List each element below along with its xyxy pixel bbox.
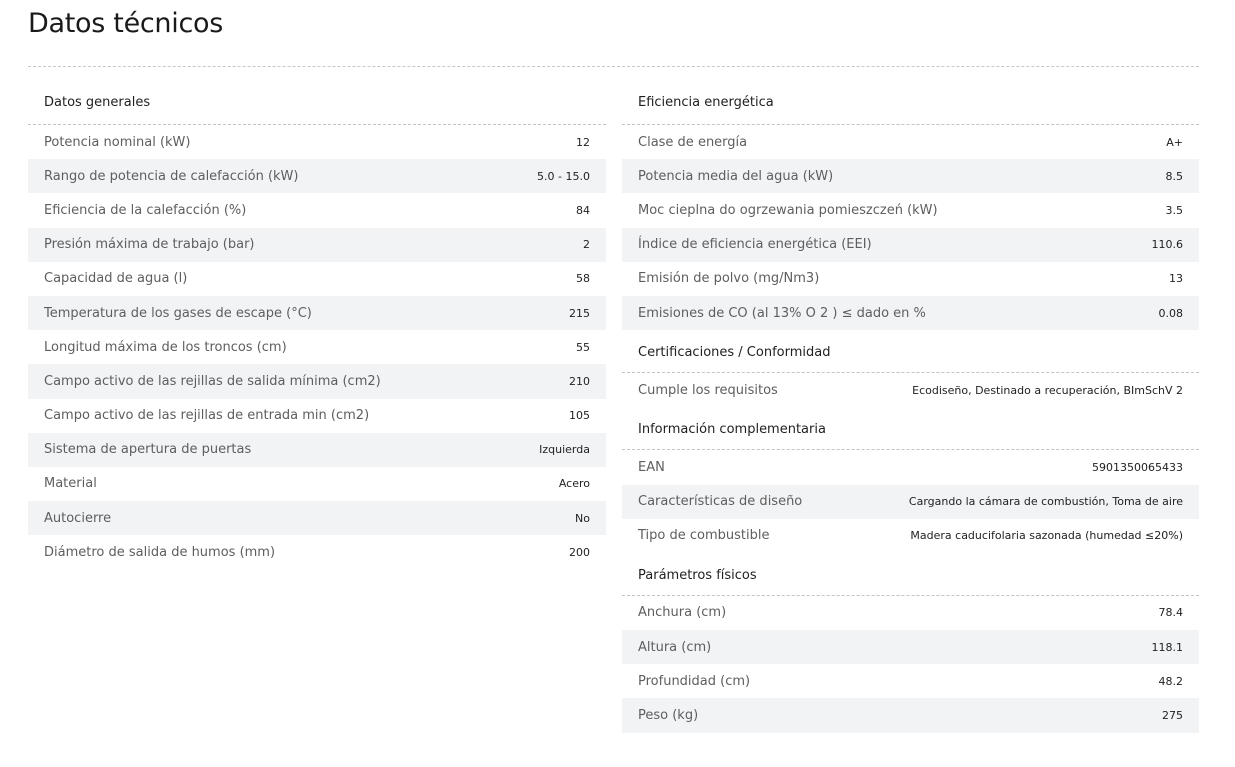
page-title: Datos técnicos: [28, 8, 223, 39]
spec-label: Potencia nominal (kW): [44, 134, 191, 150]
spec-label: Características de diseño: [638, 494, 803, 510]
spec-value: 2: [583, 238, 590, 252]
spec-row: Clase de energía A+: [622, 125, 1199, 159]
section-heading-general: Datos generales: [28, 87, 606, 125]
spec-row: Temperatura de los gases de escape (°C) …: [28, 295, 606, 331]
general-specs-column: Datos generales Potencia nominal (kW) 12…: [28, 87, 606, 569]
spec-value: 5.0 - 15.0: [537, 169, 590, 183]
spec-row: Campo activo de las rejillas de entrada …: [28, 399, 606, 433]
section-heading-energy: Eficiencia energética: [622, 87, 1199, 125]
spec-label: Longitud máxima de los troncos (cm): [44, 339, 287, 355]
spec-value: 8.5: [1165, 169, 1184, 183]
spec-value: 0.08: [1158, 306, 1184, 320]
spec-value: 200: [569, 545, 590, 559]
spec-value: Acero: [558, 477, 590, 491]
spec-label: Sistema de apertura de puertas: [44, 442, 252, 458]
title-divider: [28, 66, 1199, 67]
spec-row: Profundidad (cm) 48.2: [622, 664, 1199, 698]
spec-label: Índice de eficiencia energética (EEI): [638, 237, 872, 253]
spec-value: Ecodiseño, Destinado a recuperación, BIm…: [912, 383, 1183, 397]
section-heading-physical: Parámetros físicos: [622, 553, 1199, 596]
spec-label: Clase de energía: [638, 134, 748, 150]
spec-value: 55: [576, 340, 590, 354]
spec-value: 215: [569, 306, 590, 320]
spec-row: Índice de eficiencia energética (EEI) 11…: [622, 227, 1199, 262]
spec-value: 48.2: [1158, 674, 1184, 688]
spec-label: Capacidad de agua (l): [44, 271, 188, 287]
spec-row: Características de diseño Cargando la cá…: [622, 484, 1199, 519]
spec-row: EAN 5901350065433: [622, 450, 1199, 484]
spec-row: Anchura (cm) 78.4: [622, 596, 1199, 630]
spec-label: Eficiencia de la calefacción (%): [44, 202, 247, 218]
spec-label: Presión máxima de trabajo (bar): [44, 237, 255, 253]
spec-label: Temperatura de los gases de escape (°C): [44, 305, 312, 321]
spec-row: Presión máxima de trabajo (bar) 2: [28, 227, 606, 262]
spec-label: Cumple los requisitos: [638, 382, 778, 398]
spec-label: Profundidad (cm): [638, 673, 751, 689]
spec-value: 78.4: [1158, 606, 1184, 620]
spec-row: Diámetro de salida de humos (mm) 200: [28, 535, 606, 569]
spec-value: Cargando la cámara de combustión, Toma d…: [908, 495, 1183, 509]
spec-value: 13: [1169, 272, 1183, 286]
spec-label: Campo activo de las rejillas de salida m…: [44, 373, 381, 389]
spec-value: 210: [569, 374, 590, 388]
other-specs-column: Eficiencia energética Clase de energía A…: [622, 87, 1199, 733]
spec-row: Campo activo de las rejillas de salida m…: [28, 364, 606, 399]
spec-row: Altura (cm) 118.1: [622, 630, 1199, 665]
spec-label: Autocierre: [44, 510, 112, 526]
spec-value: A+: [1166, 135, 1183, 149]
spec-row: Longitud máxima de los troncos (cm) 55: [28, 330, 606, 364]
spec-label: Anchura (cm): [638, 605, 727, 621]
spec-row: Capacidad de agua (l) 58: [28, 262, 606, 296]
spec-value: 12: [576, 135, 590, 149]
spec-label: EAN: [638, 459, 665, 475]
spec-row: Potencia media del agua (kW) 8.5: [622, 159, 1199, 194]
spec-row: Rango de potencia de calefacción (kW) 5.…: [28, 159, 606, 194]
spec-value: 105: [569, 409, 590, 423]
section-heading-certifications: Certificaciones / Conformidad: [622, 330, 1199, 374]
spec-label: Potencia media del agua (kW): [638, 168, 834, 184]
spec-value: 58: [576, 272, 590, 286]
spec-label: Campo activo de las rejillas de entrada …: [44, 408, 370, 424]
spec-row: Eficiencia de la calefacción (%) 84: [28, 193, 606, 227]
spec-value: Madera caducifolaria sazonada (humedad ≤…: [910, 529, 1183, 543]
spec-row: Moc cieplna do ogrzewania pomieszczeń (k…: [622, 193, 1199, 227]
spec-value: 5901350065433: [1092, 460, 1183, 474]
spec-row: Peso (kg) 275: [622, 698, 1199, 733]
spec-label: Tipo de combustible: [638, 528, 770, 544]
spec-row: Material Acero: [28, 467, 606, 501]
spec-value: Izquierda: [539, 443, 590, 457]
spec-label: Rango de potencia de calefacción (kW): [44, 168, 299, 184]
spec-value: No: [575, 511, 590, 525]
spec-row: Autocierre No: [28, 501, 606, 536]
spec-value: 110.6: [1151, 238, 1184, 252]
spec-row: Cumple los requisitos Ecodiseño, Destina…: [622, 373, 1199, 407]
spec-label: Altura (cm): [638, 639, 712, 655]
spec-value: 118.1: [1151, 640, 1184, 654]
spec-value: 275: [1162, 709, 1183, 723]
spec-label: Emisiones de CO (al 13% O 2 ) ≤ dado en …: [638, 305, 926, 321]
spec-value: 3.5: [1165, 203, 1184, 217]
spec-label: Peso (kg): [638, 708, 699, 724]
spec-value: 84: [576, 203, 590, 217]
spec-row: Emisiones de CO (al 13% O 2 ) ≤ dado en …: [622, 295, 1199, 331]
spec-label: Emisión de polvo (mg/Nm3): [638, 271, 820, 287]
spec-row: Tipo de combustible Madera caducifolaria…: [622, 519, 1199, 553]
spec-row: Sistema de apertura de puertas Izquierda: [28, 432, 606, 467]
spec-row: Emisión de polvo (mg/Nm3) 13: [622, 262, 1199, 296]
section-heading-complementary: Información complementaria: [622, 407, 1199, 451]
spec-label: Material: [44, 476, 97, 492]
spec-label: Moc cieplna do ogrzewania pomieszczeń (k…: [638, 202, 938, 218]
spec-row: Potencia nominal (kW) 12: [28, 125, 606, 159]
spec-label: Diámetro de salida de humos (mm): [44, 544, 276, 560]
